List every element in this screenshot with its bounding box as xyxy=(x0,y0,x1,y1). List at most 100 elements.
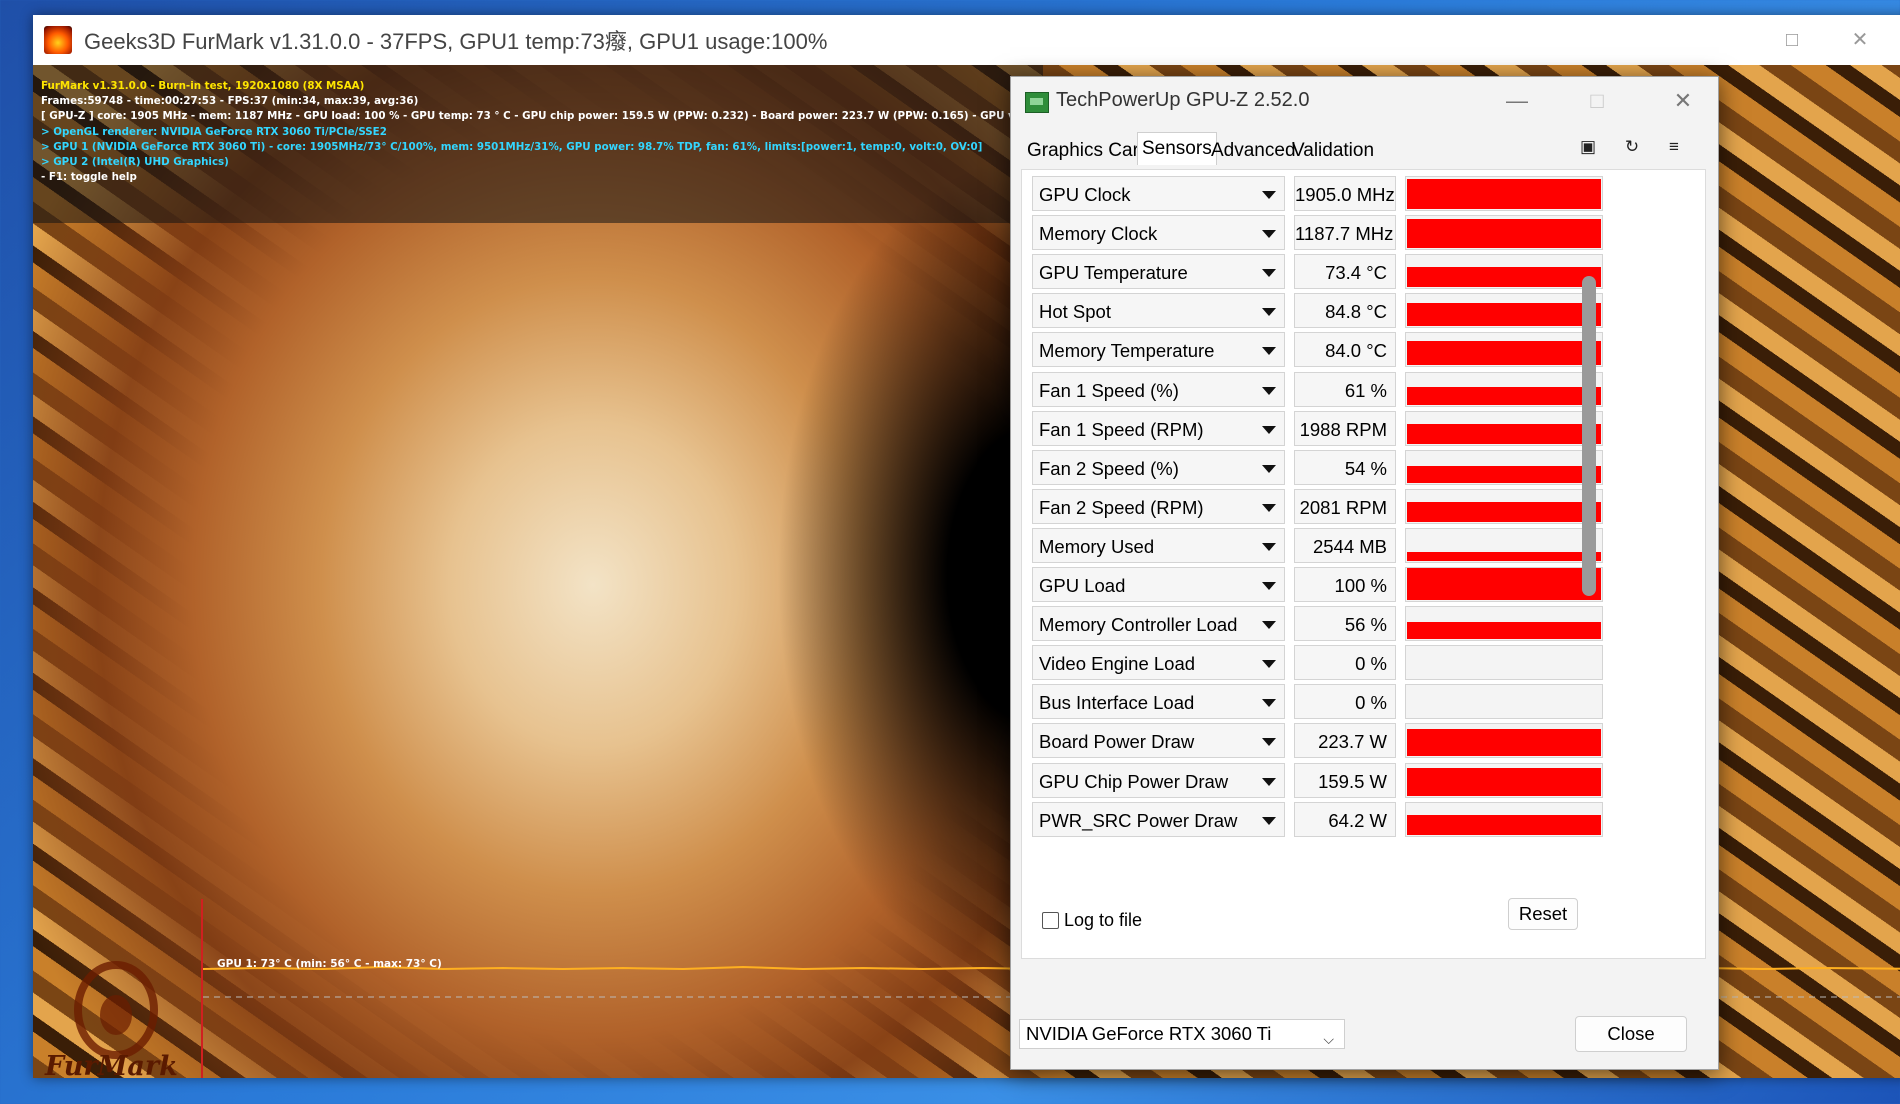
furmark-app-icon xyxy=(44,26,72,54)
sensor-name: Memory Used xyxy=(1039,536,1155,557)
sensor-row: Memory Clock 1187.7 MHz xyxy=(1032,215,1672,252)
sensor-value: 0 % xyxy=(1294,645,1396,680)
reset-button[interactable]: Reset xyxy=(1508,898,1578,930)
gpuz-titlebar[interactable]: TechPowerUp GPU-Z 2.52.0 — □ ✕ xyxy=(1011,77,1718,125)
dropdown-arrow-icon[interactable] xyxy=(1262,660,1276,668)
sensor-graph-fill xyxy=(1407,552,1601,561)
sensor-name-dropdown[interactable]: Fan 1 Speed (%) xyxy=(1032,372,1285,407)
sensor-value: 84.8 °C xyxy=(1294,293,1396,328)
sensor-name-dropdown[interactable]: Memory Controller Load xyxy=(1032,606,1285,641)
sensor-name-dropdown[interactable]: Fan 2 Speed (%) xyxy=(1032,450,1285,485)
furmark-logo-text: FurMark xyxy=(45,1051,178,1078)
dropdown-arrow-icon[interactable] xyxy=(1262,230,1276,238)
sensor-name: GPU Temperature xyxy=(1039,262,1188,283)
hud-line: FurMark v1.31.0.0 - Burn-in test, 1920x1… xyxy=(41,80,365,92)
sensor-row: GPU Load 100 % xyxy=(1032,567,1672,604)
dropdown-arrow-icon[interactable] xyxy=(1262,582,1276,590)
sensor-row: Fan 1 Speed (%) 61 % xyxy=(1032,372,1672,409)
sensor-row: Memory Controller Load 56 % xyxy=(1032,606,1672,643)
sensor-graph-fill xyxy=(1407,729,1601,756)
sensor-name: Fan 1 Speed (%) xyxy=(1039,380,1179,401)
sensor-row: Memory Temperature 84.0 °C xyxy=(1032,332,1672,369)
minimize-icon[interactable]: — xyxy=(1503,88,1531,114)
sensor-name-dropdown[interactable]: Memory Used xyxy=(1032,528,1285,563)
dropdown-arrow-icon[interactable] xyxy=(1262,387,1276,395)
sensor-name: Board Power Draw xyxy=(1039,731,1195,752)
dropdown-arrow-icon[interactable] xyxy=(1262,308,1276,316)
sensor-graph xyxy=(1405,293,1603,328)
gpu-select-value: NVIDIA GeForce RTX 3060 Ti xyxy=(1026,1023,1272,1044)
dropdown-arrow-icon[interactable] xyxy=(1262,504,1276,512)
close-button[interactable]: Close xyxy=(1575,1016,1687,1052)
sensor-name-dropdown[interactable]: Bus Interface Load xyxy=(1032,684,1285,719)
dropdown-arrow-icon[interactable] xyxy=(1262,817,1276,825)
gpu-select[interactable]: NVIDIA GeForce RTX 3060 Ti ⌵ xyxy=(1019,1019,1345,1049)
tab-validation[interactable]: Validation xyxy=(1288,135,1378,165)
sensor-row: GPU Chip Power Draw 159.5 W xyxy=(1032,763,1672,800)
sensor-name-dropdown[interactable]: Hot Spot xyxy=(1032,293,1285,328)
maximize-icon[interactable]: □ xyxy=(1783,30,1801,50)
dropdown-arrow-icon[interactable] xyxy=(1262,269,1276,277)
refresh-icon[interactable]: ↻ xyxy=(1623,138,1641,156)
sensor-name: GPU Load xyxy=(1039,575,1126,596)
dropdown-arrow-icon[interactable] xyxy=(1262,426,1276,434)
dropdown-arrow-icon[interactable] xyxy=(1262,465,1276,473)
sensor-name: Bus Interface Load xyxy=(1039,692,1195,713)
sensor-name-dropdown[interactable]: Video Engine Load xyxy=(1032,645,1285,680)
sensor-name: Memory Clock xyxy=(1039,223,1158,244)
sensor-value: 2544 MB xyxy=(1294,528,1396,563)
sensor-name-dropdown[interactable]: Board Power Draw xyxy=(1032,723,1285,758)
dropdown-arrow-icon[interactable] xyxy=(1262,621,1276,629)
sensor-name-dropdown[interactable]: GPU Load xyxy=(1032,567,1285,602)
sensor-name: PWR_SRC Power Draw xyxy=(1039,810,1238,831)
hud-line: [ GPU-Z ] core: 1905 MHz - mem: 1187 MHz… xyxy=(41,110,1104,123)
sensor-name-dropdown[interactable]: Memory Temperature xyxy=(1032,332,1285,367)
sensor-graph xyxy=(1405,723,1603,758)
dropdown-arrow-icon[interactable] xyxy=(1262,543,1276,551)
sensor-scrollbar[interactable] xyxy=(1582,276,1596,596)
dropdown-arrow-icon[interactable] xyxy=(1262,191,1276,199)
close-icon[interactable]: ✕ xyxy=(1669,88,1697,114)
sensor-graph xyxy=(1405,567,1603,602)
sensor-name-dropdown[interactable]: GPU Chip Power Draw xyxy=(1032,763,1285,798)
log-to-file-checkbox[interactable] xyxy=(1042,912,1059,929)
sensor-graph xyxy=(1405,528,1603,563)
sensor-name-dropdown[interactable]: Fan 2 Speed (RPM) xyxy=(1032,489,1285,524)
sensor-row: Board Power Draw 223.7 W xyxy=(1032,723,1672,760)
sensor-name-dropdown[interactable]: GPU Clock xyxy=(1032,176,1285,211)
sensor-graph-fill xyxy=(1407,466,1601,483)
camera-icon[interactable]: ▣ xyxy=(1579,138,1597,156)
dropdown-arrow-icon[interactable] xyxy=(1262,699,1276,707)
sensor-row: Fan 2 Speed (%) 54 % xyxy=(1032,450,1672,487)
sensor-value: 61 % xyxy=(1294,372,1396,407)
close-icon[interactable]: ✕ xyxy=(1851,30,1869,50)
tab-graphics-card[interactable]: Graphics Card xyxy=(1023,135,1154,165)
dropdown-arrow-icon[interactable] xyxy=(1262,347,1276,355)
sensor-graph xyxy=(1405,215,1603,250)
tab-sensors[interactable]: Sensors xyxy=(1137,132,1217,165)
tab-advanced[interactable]: Advanced xyxy=(1207,135,1300,165)
sensor-name: Fan 2 Speed (%) xyxy=(1039,458,1179,479)
furmark-titlebar[interactable]: Geeks3D FurMark v1.31.0.0 - 37FPS, GPU1 … xyxy=(33,15,1900,65)
sensor-graph-fill xyxy=(1407,622,1601,639)
sensor-name-dropdown[interactable]: Memory Clock xyxy=(1032,215,1285,250)
sensor-value: 54 % xyxy=(1294,450,1396,485)
maximize-icon[interactable]: □ xyxy=(1583,88,1611,114)
sensor-graph xyxy=(1405,411,1603,446)
menu-icon[interactable]: ≡ xyxy=(1665,138,1683,156)
sensor-list: GPU Clock 1905.0 MHz Memory Clock 1187.7 MH… xyxy=(1032,176,1672,948)
dropdown-arrow-icon[interactable] xyxy=(1262,738,1276,746)
sensor-row: Memory Used 2544 MB xyxy=(1032,528,1672,565)
sensor-row: Fan 1 Speed (RPM) 1988 RPM xyxy=(1032,411,1672,448)
dropdown-arrow-icon[interactable] xyxy=(1262,778,1276,786)
sensor-name-dropdown[interactable]: PWR_SRC Power Draw xyxy=(1032,802,1285,837)
sensor-graph-fill xyxy=(1407,768,1601,796)
gpuz-title: TechPowerUp GPU-Z 2.52.0 xyxy=(1056,89,1310,111)
sensor-name-dropdown[interactable]: GPU Temperature xyxy=(1032,254,1285,289)
sensor-graph-fill xyxy=(1407,568,1601,600)
sensors-panel: GPU Clock 1905.0 MHz Memory Clock 1187.7 MH… xyxy=(1021,169,1706,959)
sensor-graph xyxy=(1405,450,1603,485)
sensor-name-dropdown[interactable]: Fan 1 Speed (RPM) xyxy=(1032,411,1285,446)
temperature-graph-label: GPU 1: 73° C (min: 56° C - max: 73° C) xyxy=(217,958,442,970)
hud-line: - F1: toggle help xyxy=(41,171,137,184)
